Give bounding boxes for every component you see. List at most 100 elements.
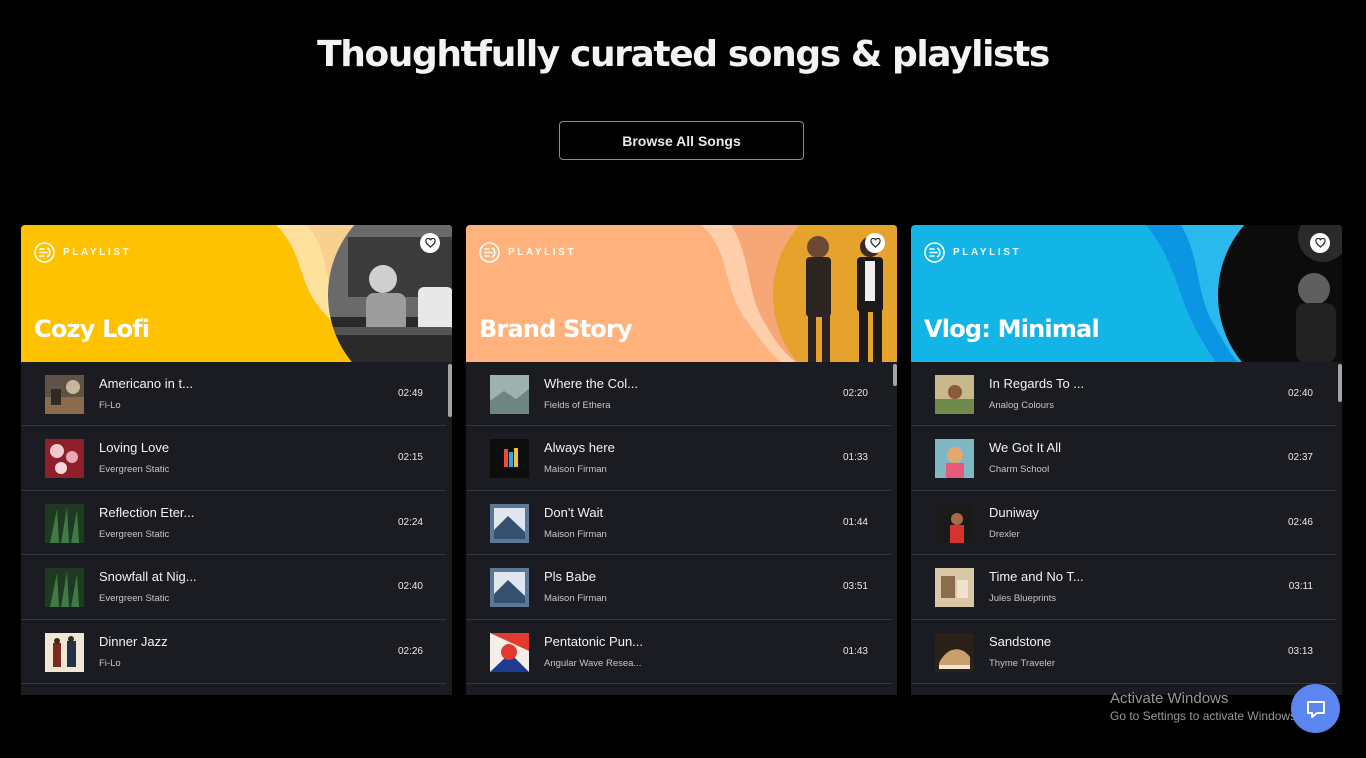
playlist-logo-icon <box>924 242 945 263</box>
track-artist: Angular Wave Resea... <box>544 657 642 669</box>
album-art <box>490 568 529 608</box>
playlist-tag: PLAYLIST <box>953 247 1022 258</box>
track-title: Pls Babe <box>544 569 597 585</box>
playlist-title: Vlog: Minimal <box>924 315 1100 343</box>
track-title: Sandstone <box>989 633 1052 649</box>
track-duration: 02:40 <box>397 581 423 593</box>
track-duration: 01:33 <box>842 452 868 464</box>
track-duration: 02:20 <box>842 388 868 399</box>
track-title: Always here <box>544 440 615 456</box>
track-row[interactable]: Sandstone Thyme Traveler 03:13 <box>911 620 1342 684</box>
playlist-card-brand-story[interactable]: PLAYLIST Brand Story Where the Col... Fi… <box>466 225 897 695</box>
scrollbar[interactable] <box>446 362 452 695</box>
track-artist: Thyme Traveler <box>989 657 1055 669</box>
playlist-header[interactable]: PLAYLIST Brand Story <box>466 225 897 362</box>
scrollbar-thumb[interactable] <box>893 364 897 386</box>
heart-icon <box>424 238 436 248</box>
track-title: Loving Love <box>99 440 170 456</box>
track-row[interactable]: Americano in t... Fi-Lo 02:49 <box>21 362 452 427</box>
chat-bubble-icon <box>1306 700 1325 718</box>
watermark-subtitle: Go to Settings to activate Windows. <box>1110 709 1300 723</box>
page-headline: Thoughtfully curated songs & playlists <box>317 34 1050 75</box>
track-artist: Jules Blueprints <box>989 593 1057 605</box>
track-duration: 03:51 <box>842 581 868 593</box>
album-art <box>490 375 529 414</box>
album-art <box>45 632 84 672</box>
playlist-logo-icon <box>479 242 500 263</box>
playlist-title: Cozy Lofi <box>34 315 150 343</box>
track-title: Don't Wait <box>544 504 604 520</box>
heart-icon <box>869 238 881 248</box>
track-artist: Maison Firman <box>544 528 607 540</box>
track-artist: Charm School <box>989 464 1050 476</box>
track-row[interactable]: Loving Love Evergreen Static 02:15 <box>21 426 452 491</box>
playlist-tag: PLAYLIST <box>508 247 577 258</box>
album-art <box>490 503 529 543</box>
favorite-button[interactable] <box>1310 233 1330 253</box>
scrollbar[interactable] <box>891 362 897 695</box>
album-art <box>935 632 974 672</box>
track-artist: Maison Firman <box>544 464 607 476</box>
track-duration: 01:43 <box>842 645 868 657</box>
scrollbar-thumb[interactable] <box>448 364 452 417</box>
track-row[interactable]: In Regards To ... Analog Colours 02:40 <box>911 362 1342 427</box>
track-artist: Drexler <box>989 528 1020 540</box>
track-row[interactable]: Time and No T... Jules Blueprints 03:11 <box>911 555 1342 620</box>
track-row[interactable]: Reflection Eter... Evergreen Static 02:2… <box>21 491 452 556</box>
track-duration: 02:15 <box>397 452 423 464</box>
track-row[interactable]: We Got It All Charm School 02:37 <box>911 426 1342 491</box>
track-row[interactable]: Don't Wait Maison Firman 01:44 <box>466 491 897 556</box>
album-art <box>490 439 529 479</box>
track-title: We Got It All <box>989 440 1062 456</box>
track-title: Time and No T... <box>989 569 1084 585</box>
scrollbar[interactable] <box>1336 362 1342 695</box>
track-row[interactable]: Always here Maison Firman 01:33 <box>466 426 897 491</box>
track-title: Duniway <box>989 504 1039 520</box>
track-artist: Maison Firman <box>544 593 607 605</box>
favorite-button[interactable] <box>865 233 885 253</box>
track-duration: 02:49 <box>397 388 423 399</box>
track-artist: Fi-Lo <box>99 657 121 669</box>
track-duration: 01:44 <box>842 516 868 528</box>
album-art <box>45 568 84 608</box>
track-artist: Analog Colours <box>989 400 1054 411</box>
track-duration: 02:26 <box>397 645 423 657</box>
track-row[interactable]: Snowfall at Nig... Evergreen Static 02:4… <box>21 555 452 620</box>
track-row[interactable]: Pentatonic Pun... Angular Wave Resea... … <box>466 620 897 684</box>
album-art <box>935 439 974 479</box>
playlist-card-cozy-lofi[interactable]: PLAYLIST Cozy Lofi Americano in t... Fi-… <box>21 225 452 695</box>
scrollbar-thumb[interactable] <box>1338 364 1342 402</box>
album-art <box>935 568 974 608</box>
favorite-button[interactable] <box>420 233 440 253</box>
track-list[interactable]: Where the Col... Fields of Ethera 02:20 … <box>466 362 897 695</box>
track-title: Where the Col... <box>544 376 638 391</box>
track-title: In Regards To ... <box>989 376 1085 391</box>
playlist-logo-icon <box>34 242 55 263</box>
playlist-header[interactable]: PLAYLIST Cozy Lofi <box>21 225 452 362</box>
track-title: Americano in t... <box>99 376 193 391</box>
browse-all-songs-button[interactable]: Browse All Songs <box>559 121 804 160</box>
album-art <box>45 503 84 543</box>
track-artist: Evergreen Static <box>99 593 170 605</box>
track-row[interactable]: Duniway Drexler 02:46 <box>911 491 1342 556</box>
playlist-title: Brand Story <box>479 315 633 343</box>
album-art <box>45 439 84 479</box>
track-row[interactable]: Where the Col... Fields of Ethera 02:20 <box>466 362 897 427</box>
track-artist: Evergreen Static <box>99 528 170 540</box>
track-artist: Evergreen Static <box>99 464 170 476</box>
track-title: Snowfall at Nig... <box>99 569 197 585</box>
track-row[interactable]: Dinner Jazz Fi-Lo 02:26 <box>21 620 452 684</box>
playlist-header[interactable]: PLAYLIST Vlog: Minimal <box>911 225 1342 362</box>
help-chat-button[interactable] <box>1291 684 1340 733</box>
playlist-card-vlog-minimal[interactable]: PLAYLIST Vlog: Minimal In Regards To ...… <box>911 225 1342 695</box>
track-list[interactable]: In Regards To ... Analog Colours 02:40 W… <box>911 362 1342 695</box>
track-duration: 02:40 <box>1287 388 1313 399</box>
track-row[interactable]: Pls Babe Maison Firman 03:51 <box>466 555 897 620</box>
heart-icon <box>1314 238 1326 248</box>
activate-windows-watermark: Activate Windows Go to Settings to activ… <box>1110 690 1299 723</box>
playlist-tag: PLAYLIST <box>63 247 132 258</box>
album-art <box>490 632 529 672</box>
track-list[interactable]: Americano in t... Fi-Lo 02:49 Loving Lov… <box>21 362 452 695</box>
track-artist: Fields of Ethera <box>544 400 611 411</box>
track-duration: 02:37 <box>1287 452 1313 464</box>
